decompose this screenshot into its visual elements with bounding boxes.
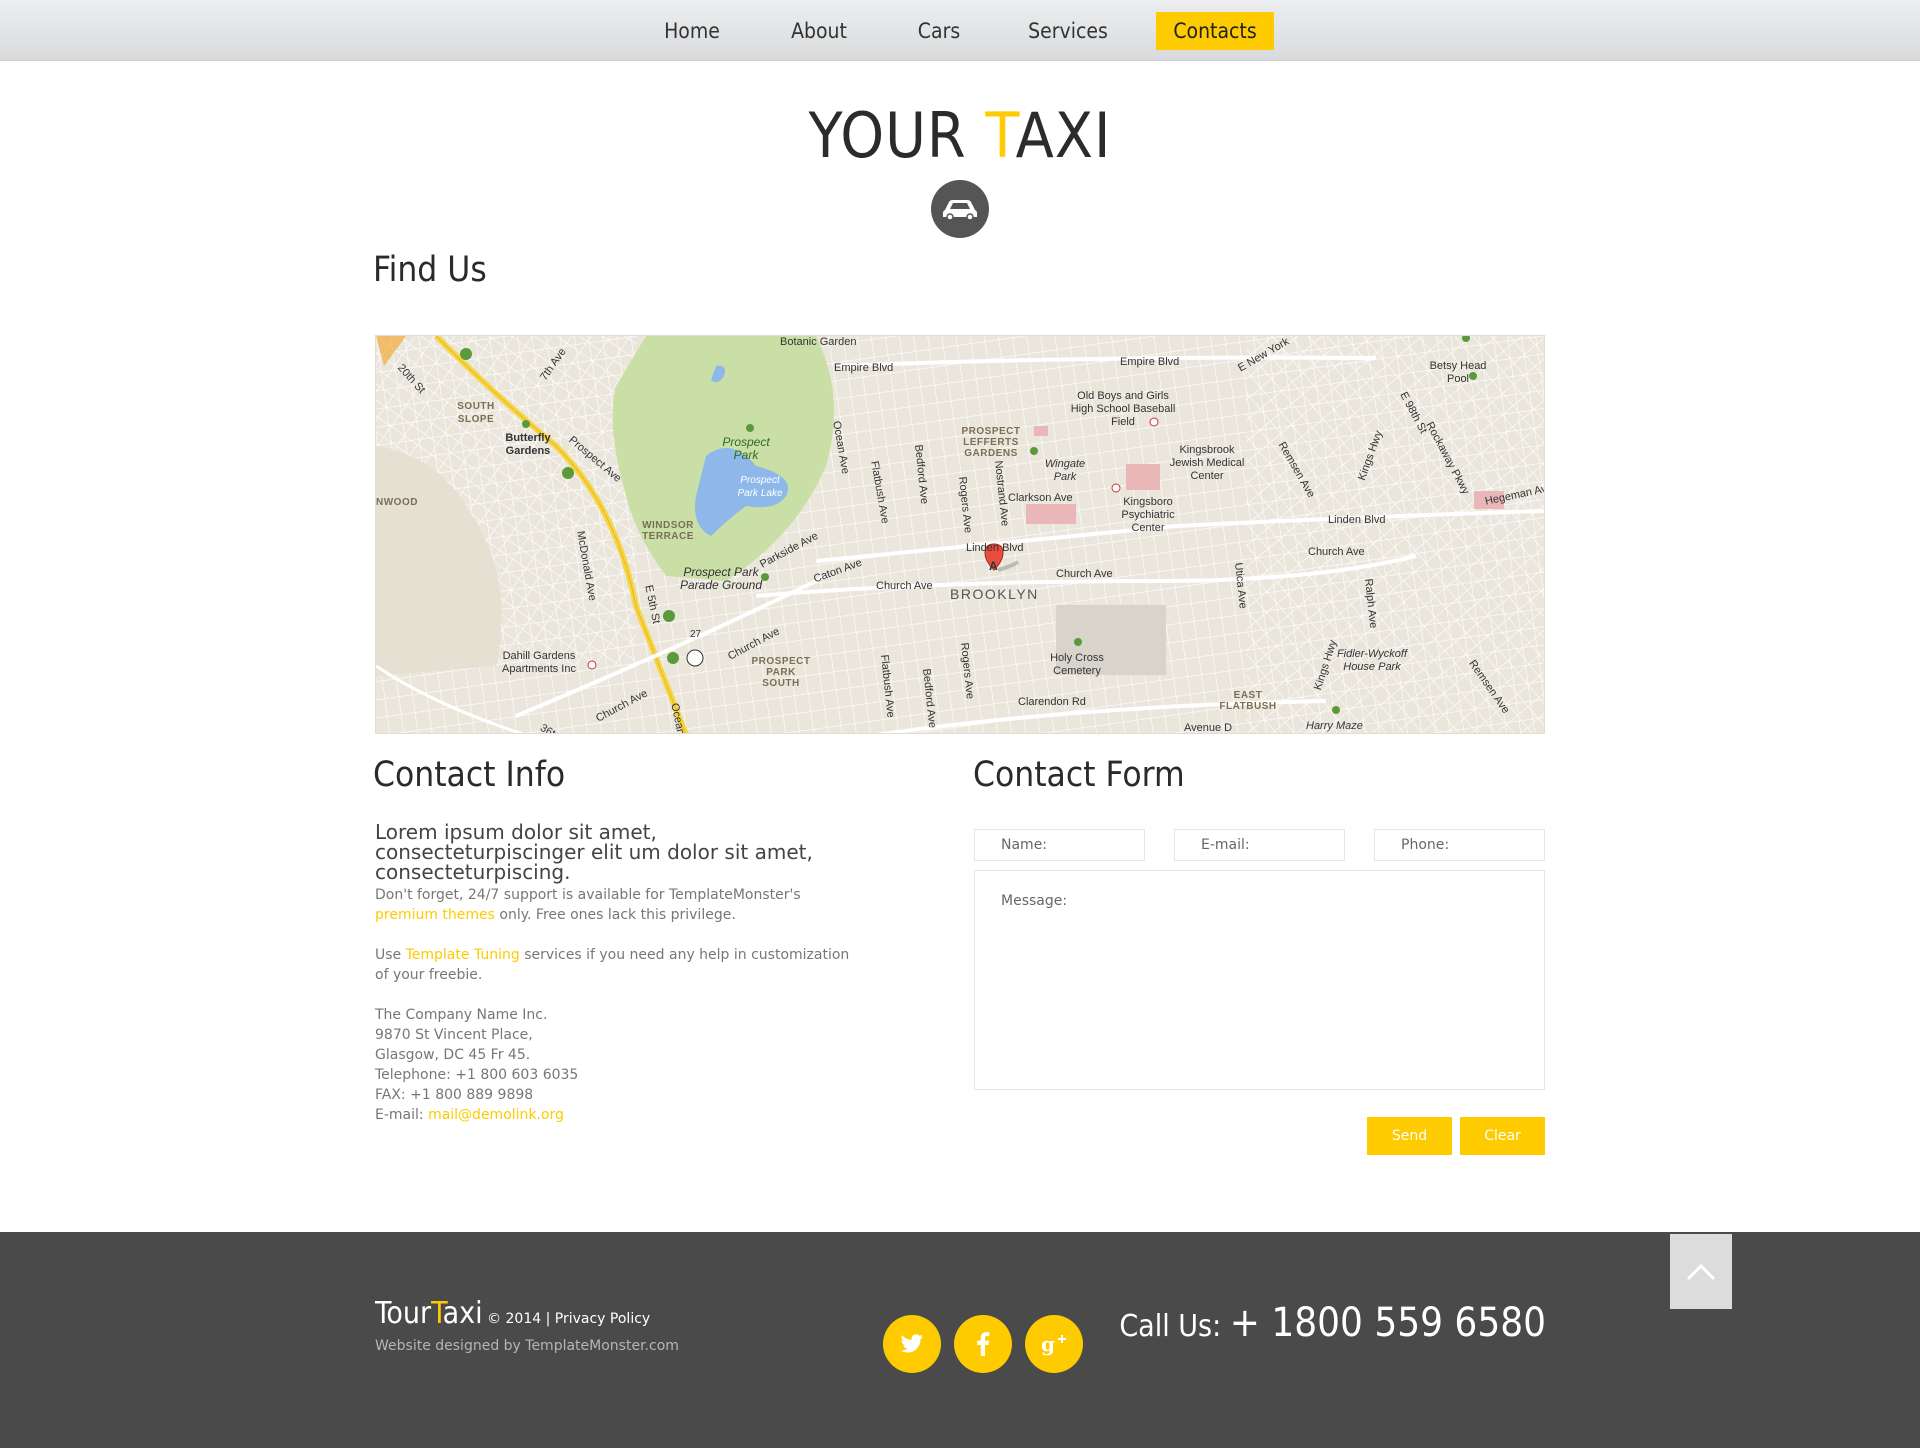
map-label: Church Ave <box>876 580 933 592</box>
map-label: PROSPECT LEFFERTS GARDENS <box>961 426 1021 459</box>
message-field[interactable] <box>974 870 1545 1090</box>
facebook-button[interactable] <box>954 1315 1012 1373</box>
find-us-title: Find Us <box>373 250 487 290</box>
map-label: Clarendon Rd <box>1018 696 1086 708</box>
map-label: Avenue D <box>1184 722 1233 734</box>
google-plus-button[interactable]: g <box>1025 1315 1083 1373</box>
map-label: Butterfly Gardens <box>505 432 551 457</box>
map-label: Church Ave <box>1056 568 1113 580</box>
back-to-top-button[interactable] <box>1670 1234 1732 1309</box>
send-button[interactable]: Send <box>1367 1117 1452 1155</box>
map-label: Clarkson Ave <box>1008 492 1073 504</box>
nav-cars[interactable]: Cars <box>904 12 974 50</box>
email-field[interactable] <box>1174 829 1345 861</box>
map-label: Betsy Head Pool <box>1429 360 1487 385</box>
map-label: EAST FLATBUSH <box>1219 690 1277 712</box>
twitter-button[interactable] <box>883 1315 941 1373</box>
brand-part2: axi <box>442 1296 483 1331</box>
contact-info-title: Contact Info <box>373 755 566 795</box>
support-paragraph: Don't forget, 24/7 support is available … <box>375 885 855 925</box>
map-label: WINDSOR TERRACE <box>642 520 694 542</box>
email-line: E-mail: mail@demolink.org <box>375 1105 855 1125</box>
name-field[interactable] <box>974 829 1145 861</box>
map-label: Holy Cross Cemetery <box>1050 652 1104 677</box>
map-label: Empire Blvd <box>834 362 894 374</box>
twitter-icon <box>900 1334 923 1353</box>
call-label: Call Us: <box>1119 1309 1230 1344</box>
company-name: The Company Name Inc. <box>375 1007 548 1023</box>
map-label: 27 <box>690 629 702 640</box>
map-label: SOUTH SLOPE <box>457 401 495 425</box>
premium-themes-link[interactable]: premium themes <box>375 907 495 923</box>
map-label: Old Boys and Girls High School Baseball … <box>1070 390 1176 428</box>
call-us: Call Us: + 1800 559 6580 <box>1119 1300 1546 1346</box>
map-label: Dahill Gardens Apartments Inc <box>502 650 576 675</box>
map-label: PROSPECT PARK SOUTH <box>751 656 811 689</box>
map-label: Church Ave <box>1308 546 1365 558</box>
contact-form-title: Contact Form <box>973 755 1185 795</box>
brand-part1: Tour <box>375 1296 432 1331</box>
phone-field[interactable] <box>1374 829 1545 861</box>
car-icon <box>931 180 989 238</box>
logo-part1: YOUR <box>808 99 986 172</box>
map-label: Prospect Park <box>722 435 770 462</box>
map-label: Kingsbrook Jewish Medical Center <box>1169 444 1245 482</box>
privacy-policy-link[interactable]: Privacy Policy <box>555 1311 650 1327</box>
facebook-icon <box>977 1332 990 1356</box>
map-label: Prospect Park Lake <box>737 475 783 499</box>
support-text-end: only. Free ones lack this privilege. <box>494 907 736 923</box>
logo-part2: AXI <box>1015 99 1112 172</box>
top-navigation: Home About Cars Services Contacts <box>0 0 1920 61</box>
fax: FAX: +1 800 889 9898 <box>375 1087 534 1103</box>
telephone: Telephone: +1 800 603 6035 <box>375 1067 579 1083</box>
email-link[interactable]: mail@demolink.org <box>428 1107 564 1123</box>
phone-number[interactable]: + 1800 559 6580 <box>1230 1300 1546 1346</box>
copyright: © 2014 | <box>482 1311 555 1327</box>
footer-brand: TourTaxi © 2014 | Privacy Policy <box>375 1296 650 1331</box>
map-label: Kingsboro Psychiatric Center <box>1121 496 1175 534</box>
street-address: 9870 St Vincent Place, <box>375 1027 533 1043</box>
nav-services[interactable]: Services <box>1024 12 1112 50</box>
template-tuning-link[interactable]: Template Tuning <box>406 947 520 963</box>
map-label: Linden Blvd <box>966 542 1024 554</box>
nav-home[interactable]: Home <box>654 12 730 50</box>
logo-accent: T <box>985 99 1016 172</box>
map-label: Empire Blvd <box>1120 356 1180 368</box>
city-address: Glasgow, DC 45 Fr 45. <box>375 1047 531 1063</box>
map-label: Linden Blvd <box>1328 514 1386 526</box>
chevron-up-icon <box>1686 1263 1716 1280</box>
location-map[interactable]: Botanic Garden Empire Blvd Empire Blvd E… <box>375 335 1545 734</box>
tuning-paragraph: Use Template Tuning services if you need… <box>375 945 855 985</box>
support-text: Don't forget, 24/7 support is available … <box>375 887 801 903</box>
email-label: E-mail: <box>375 1107 429 1123</box>
map-label: Prospect Park Parade Ground <box>679 565 763 592</box>
clear-button[interactable]: Clear <box>1460 1117 1545 1155</box>
address-block: The Company Name Inc. 9870 St Vincent Pl… <box>375 1005 855 1125</box>
map-label: Harry Maze <box>1306 720 1363 732</box>
brand-accent: T <box>431 1296 443 1331</box>
map-label: BROOKLYN <box>950 586 1039 602</box>
designed-by[interactable]: Website designed by TemplateMonster.com <box>375 1338 679 1354</box>
map-label: Botanic Garden <box>780 336 857 348</box>
nav-contacts[interactable]: Contacts <box>1156 12 1274 50</box>
svg-text:g: g <box>1041 1332 1055 1356</box>
map-marker-label[interactable]: A <box>989 560 998 573</box>
nav-about[interactable]: About <box>780 12 858 50</box>
site-logo[interactable]: YOUR TAXI <box>0 100 1920 172</box>
map-label: NWOOD <box>376 497 418 508</box>
map-label: Wingate Park <box>1044 458 1086 483</box>
tuning-text: Use <box>375 947 406 963</box>
contact-lead: Lorem ipsum dolor sit amet, consecteturp… <box>375 820 813 884</box>
map-label: Fidler-Wyckoff House Park <box>1336 648 1408 673</box>
google-plus-icon: g <box>1041 1332 1066 1356</box>
